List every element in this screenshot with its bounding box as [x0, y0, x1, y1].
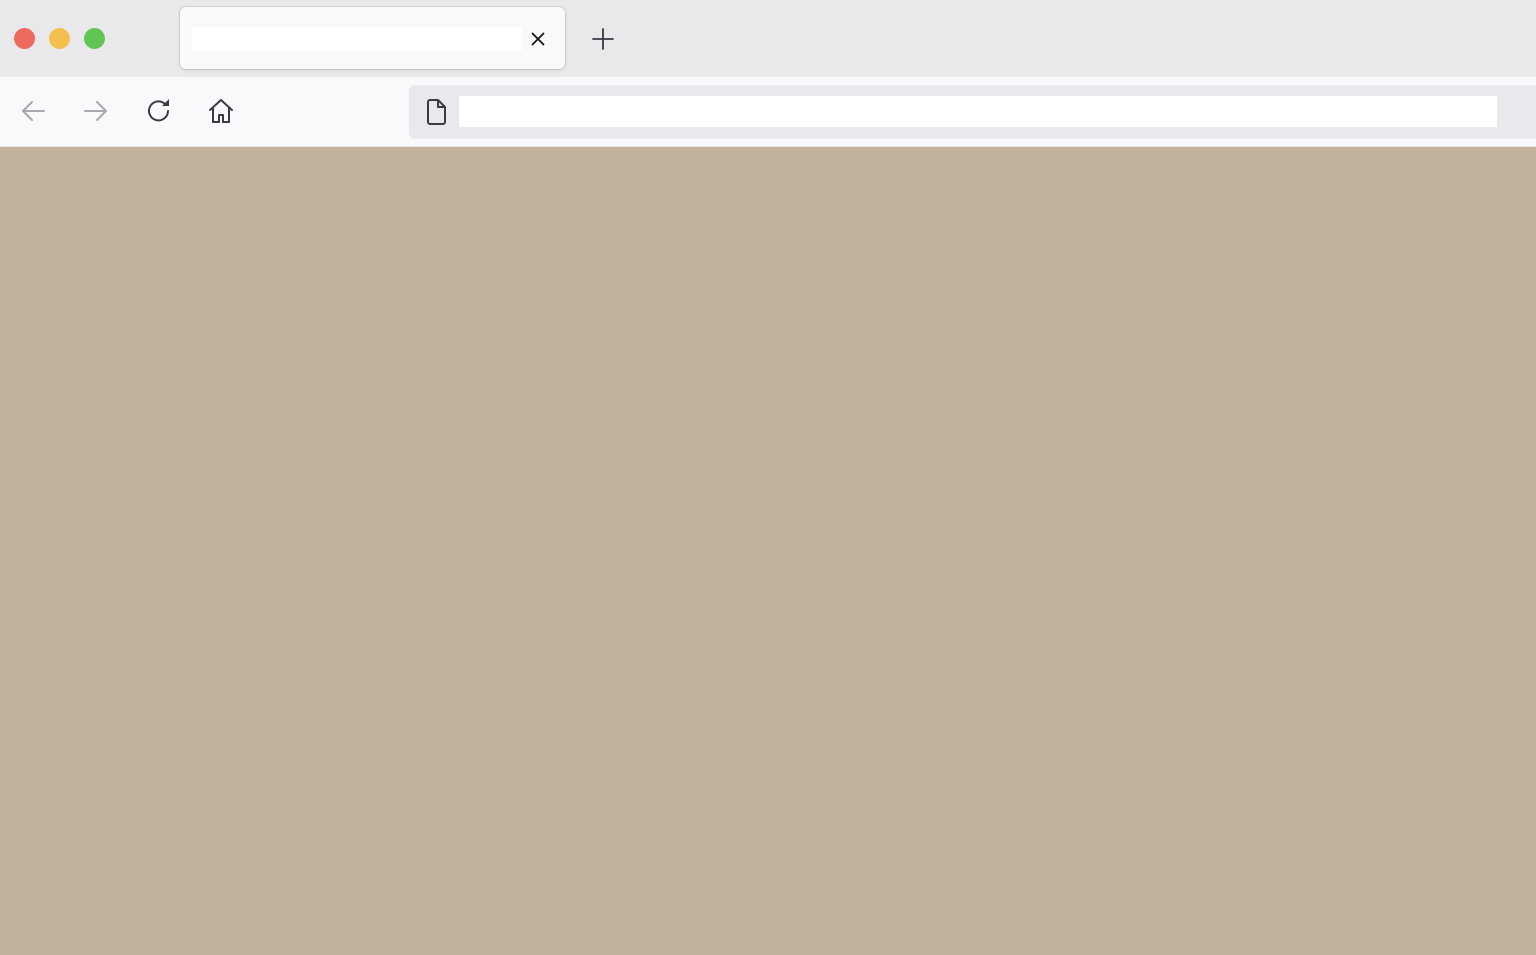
window-close-button[interactable]	[14, 28, 35, 49]
reload-icon	[148, 99, 169, 122]
arrow-right-icon	[84, 101, 107, 121]
forward-button[interactable]	[80, 95, 112, 127]
arrow-left-icon	[22, 101, 45, 121]
tab-close-button[interactable]	[526, 27, 550, 51]
home-button[interactable]	[205, 95, 237, 127]
tab-strip	[0, 0, 1536, 77]
close-icon	[531, 32, 545, 46]
tab-active[interactable]	[180, 7, 565, 69]
page-content	[0, 147, 1536, 955]
address-bar[interactable]	[409, 85, 1536, 139]
home-icon	[209, 99, 233, 123]
page-info-button[interactable]	[424, 99, 448, 125]
reload-button[interactable]	[143, 95, 175, 127]
back-button[interactable]	[17, 95, 49, 127]
new-tab-button[interactable]	[589, 25, 617, 53]
window-maximize-button[interactable]	[84, 28, 105, 49]
navigation-toolbar	[0, 77, 1536, 147]
plus-icon	[592, 28, 614, 50]
document-icon	[427, 99, 446, 125]
url-input[interactable]	[459, 96, 1497, 127]
tab-title	[192, 27, 522, 51]
window-minimize-button[interactable]	[49, 28, 70, 49]
browser-window	[0, 0, 1536, 955]
